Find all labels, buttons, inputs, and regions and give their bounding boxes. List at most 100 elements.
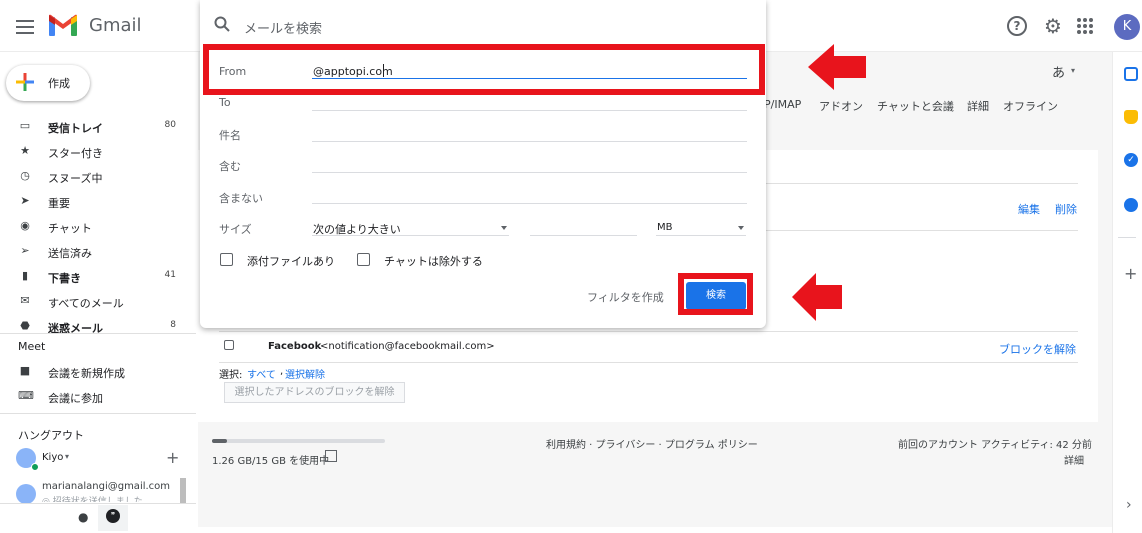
inbox-icon: ▭ (19, 119, 31, 132)
sidebar-item-label: 送信済み (48, 247, 92, 260)
keep-icon[interactable] (1124, 110, 1138, 124)
size-unit-select[interactable]: MB (656, 218, 746, 236)
size-unit-value: MB (657, 222, 673, 233)
compose-label: 作成 (48, 77, 70, 90)
exclude-chats-checkbox[interactable] (357, 253, 370, 266)
rail-divider (1118, 237, 1136, 238)
clock-icon: ◷ (20, 169, 30, 182)
delete-filter-link[interactable]: 削除 (1055, 201, 1077, 217)
size-operator-value: 次の値より大きい (313, 223, 401, 236)
settings-gear-icon[interactable]: ⚙ (1041, 14, 1065, 38)
sidebar-item-star[interactable]: ★ スター付き (0, 139, 196, 164)
open-external-icon[interactable] (325, 450, 337, 462)
chat-icon: ◉ (20, 219, 30, 232)
input-tools-dropdown-icon[interactable]: ▾ (1071, 66, 1075, 75)
gmail-logo-icon[interactable] (48, 13, 80, 39)
input-tools-icon[interactable]: あ (1052, 62, 1065, 81)
settings-tab-chat-meet[interactable]: チャットと会議 (877, 98, 954, 114)
expand-panel-icon[interactable]: › (1126, 497, 1132, 513)
keyboard-icon: ⌨ (18, 389, 34, 402)
sidebar-scrollbar[interactable] (180, 478, 186, 504)
compose-button[interactable]: 作成 (6, 65, 90, 101)
settings-tab-offline[interactable]: オフライン (1003, 98, 1058, 114)
chevron-down-icon (738, 226, 744, 230)
search-input[interactable]: メールを検索 (244, 18, 322, 37)
meet-join[interactable]: ⌨ 会議に参加 (0, 384, 196, 409)
sidebar-item-clock[interactable]: ◷ スヌーズ中 (0, 164, 196, 189)
unblock-link[interactable]: ブロックを解除 (999, 341, 1076, 357)
has-attachment-checkbox[interactable] (220, 253, 233, 266)
meet-new-meeting[interactable]: ■ 会議を新規作成 (0, 359, 196, 384)
activity-details-link[interactable]: 詳細 (1064, 452, 1084, 467)
sidebar-item-label: スター付き (48, 147, 103, 160)
hangouts-quote-icon[interactable]: ❞ (106, 509, 120, 523)
footer-policy-links[interactable]: 利用規約 · プライバシー · プログラム ポリシー (546, 436, 758, 451)
tasks-icon[interactable]: ✓ (1124, 153, 1138, 167)
to-label: To (219, 96, 231, 109)
main-menu-icon[interactable] (14, 16, 36, 36)
sidebar-item-chat[interactable]: ◉ チャット (0, 214, 196, 239)
size-operator-select[interactable]: 次の値より大きい (312, 218, 509, 236)
edit-filter-link[interactable]: 編集 (1018, 201, 1040, 217)
last-activity: 前回のアカウント アクティビティ: 42 分前 (898, 440, 1092, 451)
account-avatar[interactable]: K (1114, 14, 1140, 40)
sidebar-divider (0, 333, 196, 334)
has-words-label: 含む (219, 160, 241, 173)
contact-avatar (16, 484, 36, 504)
select-none-link[interactable]: 選択解除 (285, 366, 325, 381)
annotation-arrow-from (808, 44, 866, 90)
side-panel-rail (1112, 52, 1142, 533)
divider (766, 183, 1078, 184)
sidebar-item-mail[interactable]: ✉ すべてのメール (0, 289, 196, 314)
meet-item-label: 会議に参加 (48, 392, 103, 405)
create-filter-link[interactable]: フィルタを作成 (587, 289, 664, 305)
contacts-person-icon[interactable]: ● (78, 510, 88, 524)
blocked-sender-name: Facebook (268, 341, 322, 352)
sidebar-item-spam[interactable]: ⬣ 迷惑メール 8 (0, 314, 196, 333)
draft-icon: ▮ (21, 269, 29, 282)
sidebar-item-count: 8 (170, 320, 176, 330)
storage-bar-fill (212, 439, 227, 443)
sidebar-item-label: スヌーズ中 (48, 172, 103, 185)
contact-email[interactable]: marianalangi@gmail.com (42, 481, 170, 492)
size-value-input[interactable] (530, 218, 637, 236)
video-icon: ■ (19, 364, 31, 377)
mail-icon: ✉ (20, 294, 30, 307)
search-icon[interactable] (214, 16, 232, 34)
sidebar-divider (0, 413, 196, 414)
sidebar-item-send[interactable]: ➢ 送信済み (0, 239, 196, 264)
get-addons-icon[interactable]: + (1124, 264, 1137, 283)
hangouts-user-name[interactable]: Kiyo (42, 452, 63, 463)
star-icon: ★ (20, 144, 30, 157)
divider (219, 362, 1078, 363)
sidebar-item-important[interactable]: ➤ 重要 (0, 189, 196, 214)
settings-tab-addons[interactable]: アドオン (819, 98, 863, 114)
settings-tab-advanced[interactable]: 詳細 (967, 98, 989, 114)
spam-icon: ⬣ (20, 319, 30, 332)
settings-tab-pop-imap[interactable]: P/IMAP (764, 98, 801, 111)
unblock-selected-button[interactable]: 選択したアドレスのブロックを解除 (224, 382, 405, 403)
blocked-address-checkbox[interactable] (224, 340, 234, 350)
meet-item-label: 会議を新規作成 (48, 367, 125, 380)
send-icon: ➢ (20, 244, 30, 257)
select-all-link[interactable]: すべて (247, 366, 276, 381)
add-hangout-icon[interactable]: + (166, 448, 179, 467)
sidebar-item-draft[interactable]: ▮ 下書き 41 (0, 264, 196, 289)
not-words-field[interactable] (312, 203, 747, 204)
calendar-icon[interactable] (1124, 67, 1138, 81)
divider (766, 230, 1078, 231)
storage-bar (212, 439, 385, 443)
sidebar-item-count: 41 (164, 270, 176, 280)
has-words-field[interactable] (312, 172, 747, 173)
storage-text: 1.26 GB/15 GB を使用中 (212, 456, 330, 467)
sidebar-item-label: 受信トレイ (48, 122, 103, 135)
apps-grid-icon[interactable] (1076, 17, 1094, 35)
not-words-label: 含まない (219, 192, 263, 205)
annotation-highlight-search (678, 273, 753, 315)
help-icon[interactable]: ? (1007, 16, 1027, 36)
contacts-icon[interactable] (1124, 198, 1138, 212)
user-dropdown-icon[interactable]: ▾ (65, 452, 69, 461)
to-field[interactable] (312, 110, 747, 111)
subject-field[interactable] (312, 141, 747, 142)
sidebar-item-inbox[interactable]: ▭ 受信トレイ 80 (0, 114, 196, 139)
